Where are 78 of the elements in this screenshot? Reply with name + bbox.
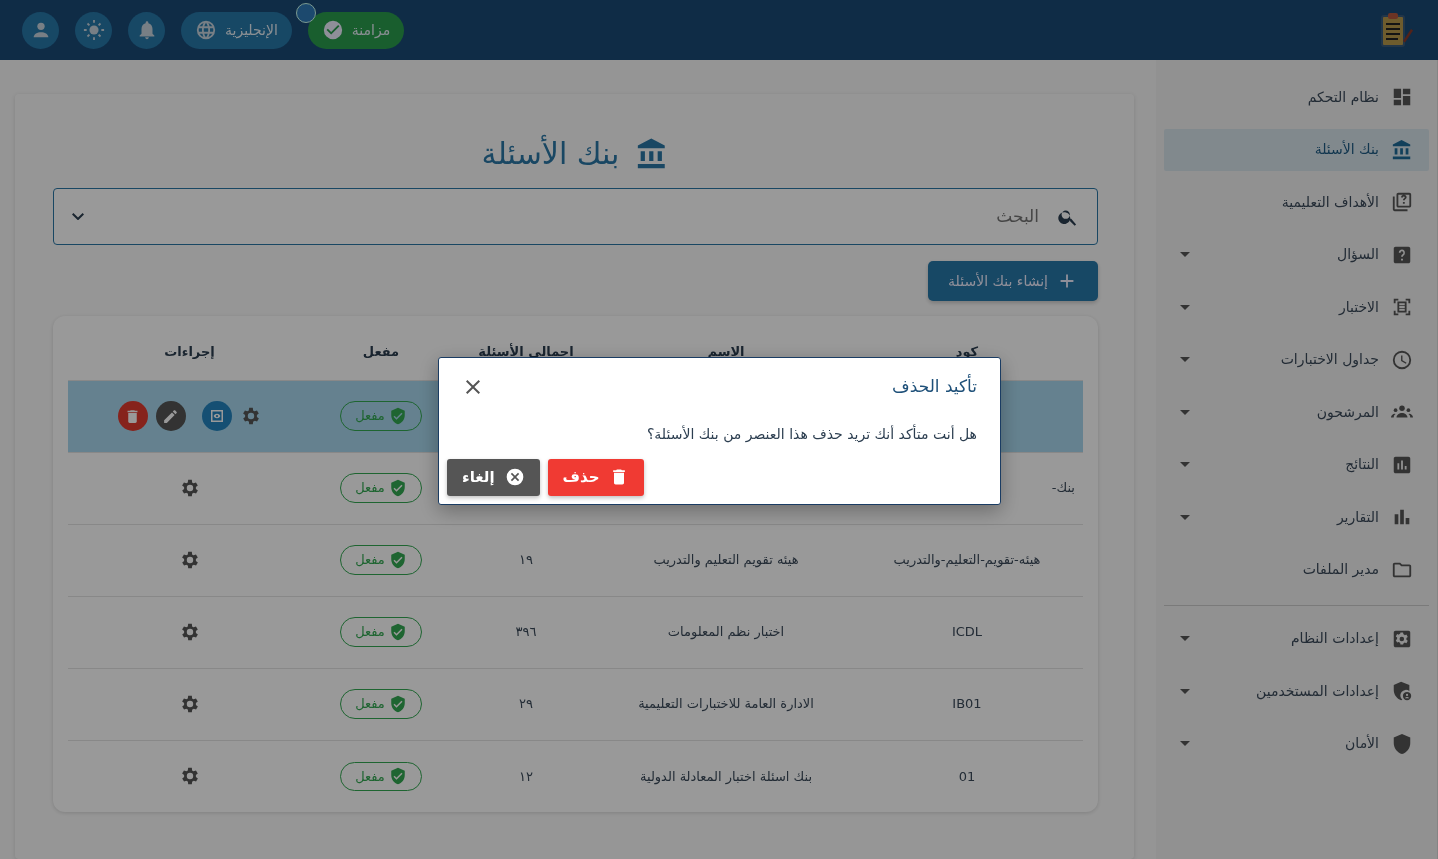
theme-toggle-button[interactable]: [75, 11, 112, 49]
sync-button[interactable]: مزامنة: [307, 11, 405, 49]
sidebar-item-label: التقارير: [1336, 507, 1379, 528]
sidebar-item-label: جداول الاختبارات: [1280, 350, 1379, 370]
delete-button[interactable]: حذف: [547, 458, 645, 496]
shield-check-icon: [388, 767, 407, 786]
column-header: مفعل: [362, 344, 400, 359]
sidebar-item-label: الاختبار: [1339, 297, 1379, 317]
chevron-down-icon[interactable]: [72, 212, 84, 221]
code-cell: ICDL: [951, 624, 983, 640]
shield-check-icon: [388, 623, 407, 641]
shield-check-icon: [388, 479, 407, 497]
search-field[interactable]: البحث: [100, 202, 1041, 231]
shield-check-icon: [388, 695, 407, 713]
sidebar-item-label: السؤال: [1337, 245, 1379, 265]
scanned-document-icon: [1391, 296, 1413, 318]
sidebar-item[interactable]: بنك الأسئلة: [1164, 128, 1429, 171]
count-cell: ١٩: [519, 552, 533, 568]
shield-check-icon: [388, 407, 407, 425]
sidebar-item-label: الأمان: [1345, 733, 1379, 753]
delete-button[interactable]: [117, 401, 148, 431]
column-header: إجراءات: [164, 344, 215, 359]
notifications-button[interactable]: [128, 11, 165, 49]
shield-user-icon: [1391, 680, 1413, 702]
language-button[interactable]: الإنجليزية: [181, 11, 292, 49]
sidebar-item-label: المرشحون: [1316, 402, 1379, 423]
globe-icon: [195, 19, 217, 41]
dashboard-icon: [1391, 86, 1413, 108]
sidebar-item-label: بنك الأسئلة: [1314, 139, 1379, 159]
sun-icon: [82, 19, 105, 41]
sidebar-item-label: إعدادات النظام: [1290, 629, 1379, 648]
sidebar-item-label: النتائج: [1345, 455, 1379, 475]
code-cell: هيئه-تقويم-التعليم-والتدريب: [893, 552, 1041, 568]
view-button[interactable]: [201, 401, 232, 431]
sidebar-item-label: مدير الملفات: [1302, 560, 1379, 580]
column-header: اجمالي الأسئلة: [478, 344, 574, 359]
sidebar-item[interactable]: التقارير: [1164, 496, 1429, 538]
sidebar-item[interactable]: نظام التحكم: [1164, 76, 1429, 118]
name-cell: الادارة العامة للاختبارات التعليمية: [638, 696, 814, 712]
code-cell: 01: [958, 768, 976, 784]
sidebar-item[interactable]: إعدادات المستخدمين: [1164, 670, 1429, 712]
notification-dot: [295, 2, 316, 23]
cancel-button[interactable]: إلغاء: [447, 458, 540, 496]
dialog-message: هل أنت متأكد أنك تريد حذف هذا العنصر من بنك الأسئلة؟: [645, 423, 977, 445]
sidebar-item[interactable]: مدير الملفات: [1164, 548, 1429, 591]
shield-icon: [1391, 732, 1413, 755]
sidebar-item[interactable]: الأمان: [1164, 722, 1429, 765]
name-cell: بنك اسئلة اختبار المعادلة الدولية: [640, 768, 812, 784]
sidebar-item[interactable]: السؤال: [1164, 233, 1429, 276]
pencil-icon: [162, 407, 179, 425]
count-cell: ٢٩: [519, 696, 533, 712]
sidebar-item[interactable]: المرشحون: [1164, 391, 1429, 433]
sidebar-item[interactable]: الاختبار: [1164, 286, 1429, 328]
create-button[interactable]: إنشاء بنك الأسئلة: [928, 261, 1098, 301]
sidebar-item-label: نظام التحكم: [1307, 87, 1379, 108]
page-title: بنك الأسئلة: [481, 136, 620, 172]
search-bar[interactable]: البحث: [53, 188, 1098, 245]
sidebar-item[interactable]: جداول الاختبارات: [1164, 338, 1429, 381]
edit-button[interactable]: [155, 401, 186, 431]
count-cell: ٣٩٦: [515, 624, 537, 640]
name-cell: اختبار نظم المعلومات: [667, 624, 785, 640]
shield-check-icon: [388, 551, 407, 569]
code-cell: بنك-: [1051, 480, 1075, 496]
column-header: الاسم: [707, 344, 745, 359]
table-row[interactable]: هيئه-تقويم-التعليم-والتدريب هيئه تقويم التعليم والتدريب ١٩ مفعل: [68, 524, 1083, 596]
profile-button[interactable]: [22, 11, 59, 49]
count-cell: ١٢: [519, 768, 533, 784]
name-cell: هيئه تقويم التعليم والتدريب: [653, 552, 799, 568]
dialog-title: تأكيد الحذف: [892, 374, 977, 398]
sidebar-item[interactable]: الأهداف التعليمية: [1164, 181, 1429, 223]
clock-icon: [1391, 348, 1413, 371]
sidebar-item[interactable]: إعدادات النظام: [1164, 617, 1429, 660]
bank-icon: [1391, 138, 1413, 161]
sidebar-item-label: إعدادات المستخدمين: [1256, 681, 1379, 702]
sidebar-item-label: الأهداف التعليمية: [1281, 192, 1379, 212]
code-cell: IB01: [952, 696, 982, 712]
sidebar-item[interactable]: النتائج: [1164, 443, 1429, 486]
question-pages-icon: [1391, 191, 1413, 213]
